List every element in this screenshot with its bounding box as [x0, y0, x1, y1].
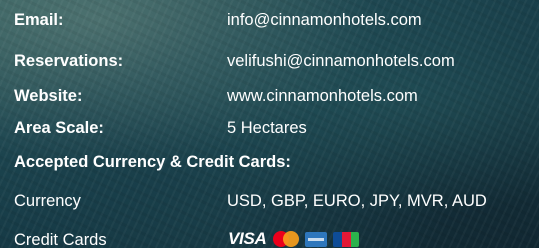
jcb-logo-icon [333, 231, 360, 247]
payment-heading: Accepted Currency & Credit Cards: [14, 153, 291, 171]
website-link[interactable]: www.cinnamonhotels.com [227, 81, 418, 112]
reservations-label: Reservations: [14, 52, 124, 70]
credit-cards-label: Credit Cards [14, 231, 107, 248]
email-row: Email: info@cinnamonhotels.com [0, 5, 539, 36]
reservations-row: Reservations: velifushi@cinnamonhotels.c… [0, 46, 539, 77]
website-row: Website: www.cinnamonhotels.com [0, 81, 539, 112]
credit-card-logos: VISA [228, 229, 360, 248]
visa-logo-icon: VISA [228, 229, 267, 248]
currency-row: Currency USD, GBP, EURO, JPY, MVR, AUD [0, 186, 539, 217]
website-label: Website: [14, 87, 83, 105]
hotel-info-panel: Email: info@cinnamonhotels.com Reservati… [0, 0, 539, 248]
email-link[interactable]: info@cinnamonhotels.com [227, 5, 422, 36]
amex-logo-icon [305, 231, 328, 247]
currency-label: Currency [14, 192, 81, 210]
payment-heading-row: Accepted Currency & Credit Cards: [0, 147, 539, 178]
area-scale-label: Area Scale: [14, 119, 104, 137]
area-scale-row: Area Scale: 5 Hectares [0, 113, 539, 144]
email-label: Email: [14, 11, 64, 29]
reservations-email-link[interactable]: velifushi@cinnamonhotels.com [227, 46, 455, 77]
currency-value: USD, GBP, EURO, JPY, MVR, AUD [227, 192, 487, 210]
area-scale-value: 5 Hectares [227, 119, 307, 137]
mastercard-logo-icon [273, 231, 300, 247]
